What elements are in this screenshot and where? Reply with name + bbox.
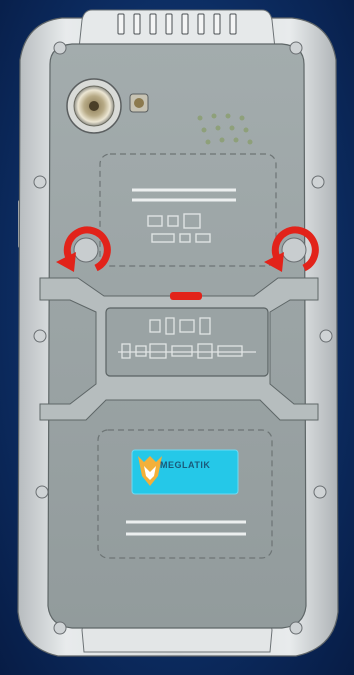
battery-latch [170,292,202,300]
battery-label-panel [105,307,269,377]
brand-logo [131,449,239,495]
phone-diagram: MEGLATIK [0,0,354,675]
rugged-phone-back-view [17,9,339,657]
brand-logo-text: MEGLATIK [160,460,211,470]
